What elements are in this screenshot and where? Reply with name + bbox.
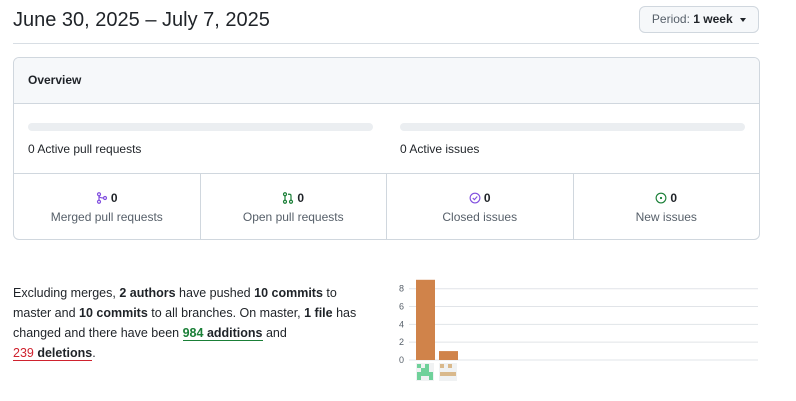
active-issues-label: Active issues bbox=[409, 142, 480, 156]
merged-pr-label: Merged pull requests bbox=[50, 210, 163, 224]
stat-open-pull-requests[interactable]: 0 Open pull requests bbox=[201, 174, 387, 239]
stat-new-issues[interactable]: 0 New issues bbox=[574, 174, 760, 239]
overview-panel: Overview 0 Active pull requests 0 Active… bbox=[13, 57, 760, 240]
commit-bar[interactable] bbox=[416, 279, 435, 360]
y-tick-label: 0 bbox=[399, 355, 404, 365]
summary-text: have pushed bbox=[175, 286, 255, 300]
identicon-cell bbox=[425, 364, 429, 368]
commit-bar[interactable] bbox=[439, 351, 458, 360]
merged-pr-icon bbox=[96, 192, 108, 204]
files-changed-count: 1 file bbox=[304, 306, 333, 320]
period-label: Period: bbox=[651, 12, 690, 26]
commit-summary: Excluding merges, 2 authors have pushed … bbox=[13, 283, 373, 363]
period-value: 1 week bbox=[693, 12, 733, 26]
identicon-cell bbox=[425, 368, 429, 372]
identicon-cell bbox=[417, 372, 421, 376]
open-pr-count: 0 bbox=[297, 191, 305, 205]
additions-word: additions bbox=[206, 326, 263, 340]
identicon-cell bbox=[440, 372, 444, 376]
identicon-cell bbox=[421, 372, 425, 376]
additions-link[interactable]: 984 additions bbox=[182, 326, 263, 341]
y-tick-label: 6 bbox=[399, 302, 404, 312]
summary-text: Excluding merges, bbox=[13, 286, 120, 300]
identicon-cell bbox=[444, 372, 448, 376]
identicon-cell bbox=[440, 364, 444, 368]
active-issues-progress-bar bbox=[400, 123, 745, 131]
identicon-cell bbox=[425, 372, 429, 376]
closed-issue-icon bbox=[469, 192, 481, 204]
open-pr-icon bbox=[283, 192, 294, 204]
date-range-title: June 30, 2025 – July 7, 2025 bbox=[13, 9, 270, 31]
summary-text: . bbox=[92, 346, 96, 360]
y-tick-label: 8 bbox=[399, 284, 404, 294]
overview-title: Overview bbox=[14, 58, 759, 104]
all-branches-commits-count: 10 commits bbox=[79, 306, 148, 320]
identicon-cell bbox=[417, 376, 421, 380]
y-tick-label: 4 bbox=[399, 319, 404, 329]
period-dropdown-button[interactable]: Period: 1 week bbox=[638, 6, 759, 33]
commits-chart-svg: 0 2 4 6 8 bbox=[399, 279, 758, 381]
active-issues-count: 0 bbox=[400, 142, 407, 156]
identicon-cell bbox=[448, 372, 452, 376]
closed-issues-label: Closed issues bbox=[442, 210, 518, 224]
identicon-cell bbox=[417, 364, 421, 368]
deletions-word: deletions bbox=[37, 346, 93, 360]
identicon-cell bbox=[429, 372, 433, 376]
open-pr-label: Open pull requests bbox=[242, 210, 344, 224]
commits-by-author-chart: 0 2 4 6 8 bbox=[388, 270, 768, 390]
master-commits-count: 10 commits bbox=[254, 286, 323, 300]
authors-count: 2 authors bbox=[119, 286, 176, 300]
additions-count: 984 bbox=[182, 326, 204, 340]
new-issues-count: 0 bbox=[670, 191, 678, 205]
stat-closed-issues[interactable]: 0 Closed issues bbox=[387, 174, 574, 239]
active-pr-label: Active pull requests bbox=[37, 142, 142, 156]
closed-issues-count: 0 bbox=[483, 191, 491, 205]
summary-text: and bbox=[262, 326, 287, 340]
active-pr-progress-bar bbox=[28, 123, 373, 131]
y-tick-label: 2 bbox=[399, 337, 404, 347]
summary-text: to all branches. On master, bbox=[147, 306, 305, 320]
overview-stats: 0 Merged pull requests 0 Open pull reque… bbox=[14, 174, 760, 239]
active-issues-summary[interactable]: 0 Active issues bbox=[400, 142, 479, 156]
deletions-link[interactable]: 239 deletions bbox=[13, 346, 93, 361]
active-pr-count: 0 bbox=[28, 142, 35, 156]
header: June 30, 2025 – July 7, 2025 Period: 1 w… bbox=[13, 0, 759, 44]
overview-progress-row: 0 Active pull requests 0 Active issues bbox=[14, 104, 759, 174]
active-pr-summary[interactable]: 0 Active pull requests bbox=[28, 142, 141, 156]
identicon-cell bbox=[452, 372, 456, 376]
stat-merged-pull-requests[interactable]: 0 Merged pull requests bbox=[14, 174, 201, 239]
identicon-cell bbox=[429, 376, 433, 380]
identicon-cell bbox=[421, 368, 425, 372]
identicon-cell bbox=[448, 364, 452, 368]
merged-pr-count: 0 bbox=[110, 191, 118, 205]
caret-down-icon bbox=[740, 17, 746, 22]
new-issues-label: New issues bbox=[635, 210, 697, 224]
deletions-count: 239 bbox=[13, 346, 34, 360]
open-issue-icon bbox=[655, 192, 667, 204]
